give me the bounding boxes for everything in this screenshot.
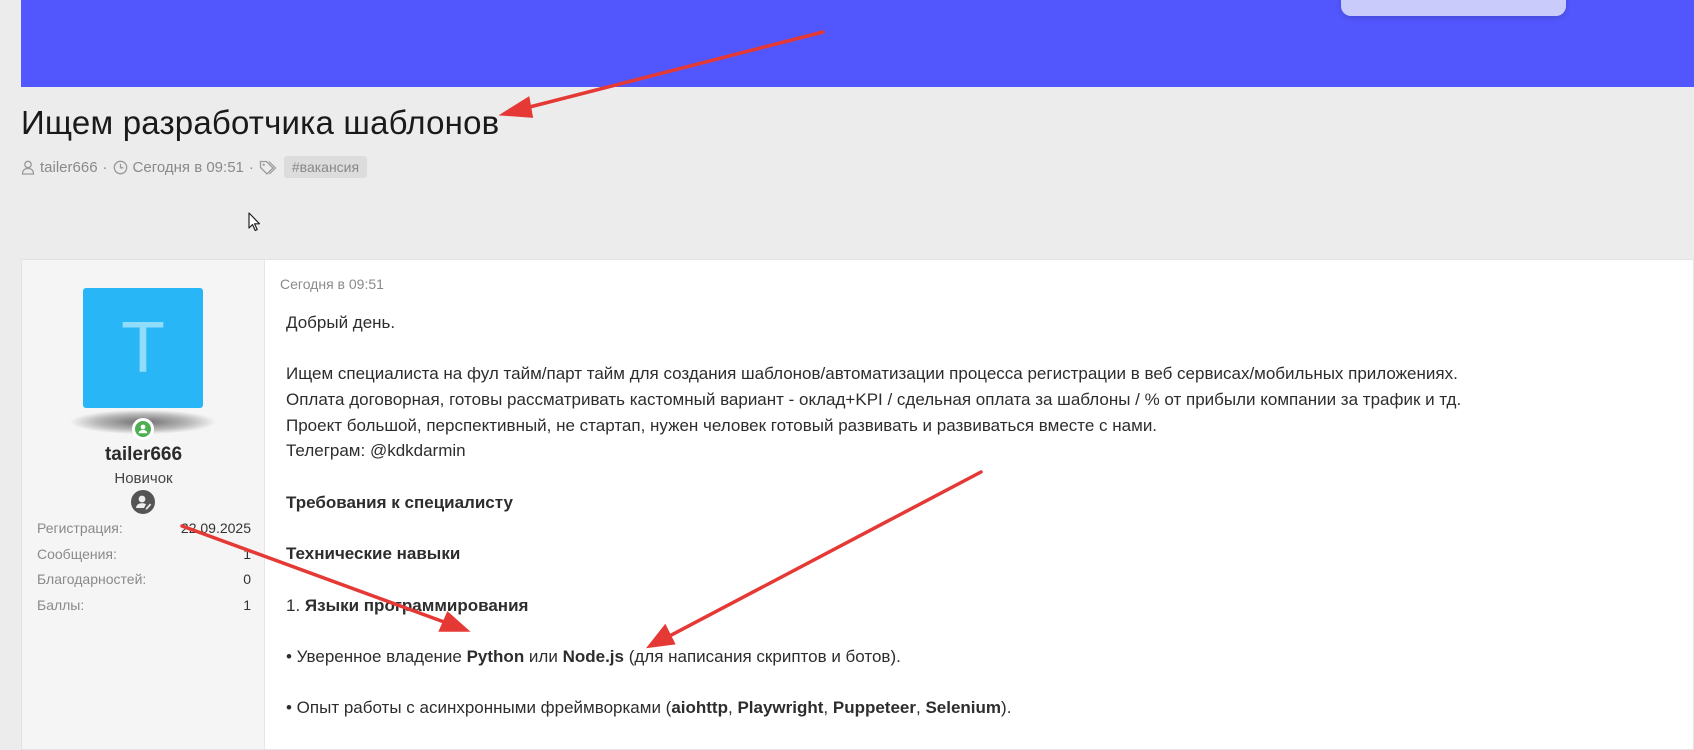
post-telegram: Телеграм: @kdkdarmin [286,441,466,461]
bullet-bold: Puppeteer [832,698,916,718]
list-title: Языки программирования [304,595,529,615]
stat-row: Благодарностей: 0 [37,567,251,593]
thread-title: Ищем разработчика шаблонов [21,104,500,141]
post-user-cell: T tailer666 Новичок Регистрация: 22.09.2… [22,260,265,749]
mouse-cursor-icon [248,212,262,237]
stat-value: 22.09.2025 [180,520,251,536]
skills-heading: Технические навыки [286,544,461,564]
stat-value: 0 [243,571,251,587]
bullet-item: • Уверенное владение Python или Node.js … [286,644,1686,670]
online-indicator-icon [132,418,154,440]
bullet-bold: Node.js [562,646,624,666]
meta-separator: · [102,158,108,176]
thread-author-link[interactable]: tailer666 [40,159,98,176]
stat-label: Сообщения: [37,545,117,562]
stat-value[interactable]: 1 [243,542,251,568]
bullet-bold: Python [466,646,525,666]
header-banner [21,0,1694,87]
bullet-item: • Опыт работы с асинхронными фреймворкам… [286,695,1686,721]
stat-label: Баллы: [37,596,85,613]
avatar[interactable]: T [83,288,203,408]
bullet-text: или [524,646,563,666]
bullet-text: , [823,698,833,718]
list-item-heading: 1. Языки программирования [286,593,1686,619]
bullet-text: • Уверенное владение [286,646,467,666]
post-username[interactable]: tailer666 [22,444,265,466]
meta-separator: · [248,158,254,176]
requirements-heading: Требования к специалисту [286,492,513,512]
stat-row: Баллы: 1 [37,593,251,619]
post-paragraph: Оплата договорная, готовы рассматривать … [286,390,1462,410]
post-date-link[interactable]: Сегодня в 09:51 [280,276,384,292]
post-body: Добрый день. Ищем специалиста на фул тай… [286,310,1686,721]
bullet-bold: Selenium [925,698,1002,718]
user-stats: Регистрация: 22.09.2025 Сообщения: 1 Бла… [37,516,251,618]
tag-badge[interactable]: #вакансия [283,156,368,178]
bullet-text: (для написания скриптов и ботов). [623,646,901,666]
user-title: Новичок [114,470,173,487]
post-paragraph: Проект большой, перспективный, не старта… [286,415,1158,435]
stat-row: Сообщения: 1 [37,542,251,568]
post-container: T tailer666 Новичок Регистрация: 22.09.2… [21,259,1694,750]
stat-row: Регистрация: 22.09.2025 [37,516,251,542]
stat-label: Благодарностей: [37,571,147,587]
banner-illustration [1341,0,1566,16]
bullet-text: ). [1001,698,1012,718]
list-number: 1. [286,595,301,615]
bullet-text: • Опыт работы с асинхронными фреймворкам… [286,698,672,718]
user-icon [21,160,35,175]
post-greeting: Добрый день. [286,313,396,332]
thread-date-link[interactable]: Сегодня в 09:51 [133,159,244,176]
thread-meta: tailer666 · Сегодня в 09:51 · #вакансия [21,155,368,179]
bullet-bold: aiohttp [671,698,728,718]
post-paragraph: Ищем специалиста на фул тайм/парт тайм д… [286,364,1458,384]
stat-value[interactable]: 1 [243,593,251,619]
tag-icon [259,160,277,175]
stat-label: Регистрация: [37,520,123,536]
bullet-bold: Playwright [737,698,824,718]
user-badge-icon[interactable] [131,490,155,514]
clock-icon [113,160,128,175]
annotation-arrowhead [498,96,534,118]
